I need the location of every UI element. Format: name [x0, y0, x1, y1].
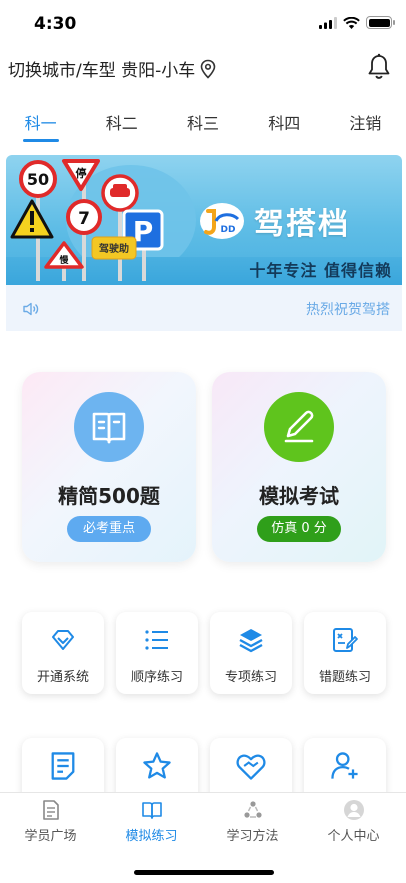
add-user-icon [331, 752, 358, 779]
status-bar: 4:30 [0, 0, 406, 48]
document-icon [42, 800, 59, 820]
svg-text:DD: DD [221, 225, 236, 235]
brand-name: 驾搭档 [254, 207, 350, 242]
star-icon [143, 752, 171, 779]
open-system-button[interactable]: 开通系统 [22, 612, 104, 694]
document-icon [51, 752, 75, 780]
person-icon [343, 800, 364, 820]
notice-bar[interactable]: 热烈祝贺驾搭 [6, 285, 402, 331]
grid-label: 顺序练习 [130, 670, 183, 685]
bell-icon[interactable] [364, 52, 394, 82]
layers-icon [239, 629, 263, 653]
banner-slogan: 十年专注 值得信赖 [249, 261, 392, 280]
city-label: 切换城市/车型 贵阳-小车 [8, 61, 196, 81]
nav-label: 模拟练习 [125, 829, 178, 844]
wifi-icon [343, 16, 360, 29]
book-icon [74, 392, 144, 462]
nav-study-methods[interactable]: 学习方法 [202, 799, 303, 844]
edit-icon [264, 392, 334, 462]
nav-label: 个人中心 [327, 829, 380, 844]
sequential-practice-button[interactable]: 顺序练习 [116, 612, 198, 694]
tab-logout[interactable]: 注销 [325, 96, 406, 142]
tab-subject-3[interactable]: 科三 [162, 96, 243, 142]
notice-text: 热烈祝贺驾搭 [306, 302, 390, 318]
brand-logo-icon: DD [200, 203, 244, 239]
promo-banner[interactable]: 50 停 7 P 驾驶助 慢 DD 驾搭档 十年专注 值得信赖 [6, 155, 402, 285]
mock-exam-card[interactable]: 模拟考试 仿真 0 分 [212, 372, 386, 562]
location-pin-icon [200, 59, 216, 79]
card-badge: 必考重点 [67, 516, 151, 542]
sign-driving-tag: 驾驶助 [98, 242, 129, 255]
tab-subject-1[interactable]: 科一 [0, 96, 81, 142]
tab-subject-2[interactable]: 科二 [81, 96, 162, 142]
wrong-question-practice-button[interactable]: 错题练习 [304, 612, 386, 694]
wrong-note-icon [333, 628, 358, 652]
card-title: 精简500题 [58, 484, 160, 508]
open-book-icon [141, 802, 162, 819]
nav-label: 学习方法 [226, 829, 279, 844]
traffic-signs-illustration: 50 停 7 P 驾驶助 慢 [10, 159, 164, 281]
status-time: 4:30 [34, 14, 77, 34]
sign-slow: 慢 [59, 254, 69, 266]
card-title: 模拟考试 [259, 484, 339, 508]
streamlined-500-card[interactable]: 精简500题 必考重点 [22, 372, 196, 562]
card-badge: 仿真 0 分 [257, 516, 341, 542]
brand: DD 驾搭档 [198, 199, 350, 243]
grid-label: 专项练习 [224, 670, 277, 685]
subject-tabs: 科一 科二 科三 科四 注销 [0, 96, 406, 142]
speaker-icon [23, 302, 39, 316]
switch-city-button[interactable]: 切换城市/车型 贵阳-小车 [8, 56, 217, 81]
grid-label: 错题练习 [318, 670, 371, 685]
diamond-icon [52, 630, 74, 650]
recycle-icon [243, 801, 262, 818]
home-indicator [134, 870, 274, 875]
signal-icon [319, 16, 337, 29]
sign-speed-50: 50 [27, 170, 49, 189]
handshake-heart-icon [236, 754, 266, 780]
topic-practice-button[interactable]: 专项练习 [210, 612, 292, 694]
sign-stop: 停 [76, 166, 87, 180]
nav-mock-practice[interactable]: 模拟练习 [101, 799, 202, 844]
nav-student-square[interactable]: 学员广场 [0, 799, 101, 844]
list-icon [145, 630, 168, 650]
header: 切换城市/车型 贵阳-小车 [0, 48, 406, 88]
nav-label: 学员广场 [24, 829, 77, 844]
battery-icon [366, 16, 395, 29]
tab-subject-4[interactable]: 科四 [244, 96, 325, 142]
sign-number-7: 7 [78, 209, 90, 229]
status-icons [319, 16, 395, 29]
nav-personal-center[interactable]: 个人中心 [303, 799, 404, 844]
grid-label: 开通系统 [36, 670, 89, 685]
